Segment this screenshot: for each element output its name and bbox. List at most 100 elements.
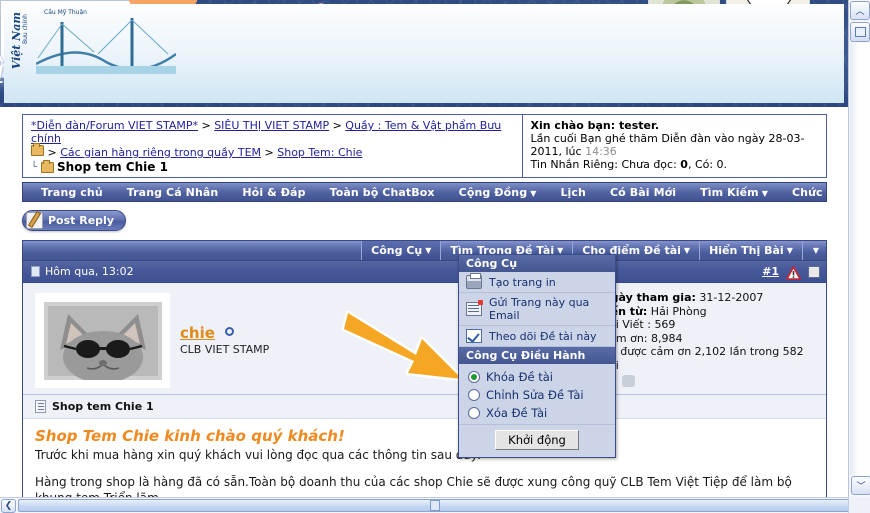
- tool-button-more[interactable]: ▼: [801, 241, 826, 260]
- post-subject-row: Shop tem Chie 1: [23, 394, 826, 418]
- folder-icon: [31, 143, 44, 156]
- post-reply-button[interactable]: Post Reply: [22, 210, 126, 231]
- main-navigation: Trang chủ Trang Cá Nhân Hỏi & Đáp Toàn b…: [22, 182, 868, 202]
- stat-row-join-date: Ngày tham gia: 31-12-2007: [601, 291, 818, 305]
- menu-item-label-0: Tạo trang in: [489, 275, 556, 289]
- post-content-line-1: Trước khi mua hàng xin quý khách vui lòn…: [35, 448, 482, 462]
- breadcrumb-sep-2: >: [47, 146, 57, 159]
- pm-total: , Có: 0.: [687, 158, 728, 171]
- thread-toolbar: Công Cụ ▼ Tìm Trong Đề Tài ▼ Cho điểm Đề…: [23, 241, 826, 261]
- breadcrumb-sep-0: >: [201, 119, 211, 132]
- nav-item-chatbox[interactable]: Toàn bộ ChatBox: [318, 186, 447, 199]
- nav-label-2: Hỏi & Đáp: [242, 185, 306, 199]
- browser-viewport: VIETSTAMP VIETSTAMP Vietstamp.net ® ình …: [0, 0, 870, 513]
- vertical-scroll-track[interactable]: [850, 43, 870, 475]
- stat-row-posts: Bài Viết : 569: [601, 318, 818, 332]
- nav-label-7: Tìm Kiếm: [700, 185, 759, 199]
- post-document-icon: [31, 266, 40, 277]
- post-number[interactable]: #1: [762, 265, 779, 278]
- tool-label-0: Công Cụ: [371, 244, 423, 257]
- breadcrumb: *Diễn đàn/Forum VIET STAMP* > SIÊU THỊ V…: [23, 115, 522, 177]
- chevron-down-icon: ▼: [812, 246, 819, 255]
- pm-unread-count: 0: [680, 158, 688, 171]
- cat-avatar-image: [43, 301, 162, 380]
- breadcrumb-item-4[interactable]: Shop Tem: Chie: [277, 146, 362, 159]
- breadcrumb-line-2: > Các gian hàng riêng trong quầy TEM > S…: [31, 143, 516, 159]
- radio-option-chinh-sua-de-tai[interactable]: Chỉnh Sửa Đề Tài: [459, 386, 615, 404]
- nav-label-0: Trang chủ: [41, 185, 103, 199]
- stat-value-1: Hải Phòng: [650, 304, 707, 318]
- radio-button-icon[interactable]: [468, 407, 480, 419]
- stamp-image-bridge: Việt Nam Bưu chính Cầu Mỹ Thuận: [0, 0, 844, 103]
- menu-item-theo-doi[interactable]: Theo dõi Đề tài này: [459, 326, 615, 347]
- scroll-left-button[interactable]: ❮: [1, 498, 16, 513]
- menu-footer: Khởi động: [459, 424, 615, 457]
- breadcrumb-sep-3: >: [264, 146, 274, 159]
- chevron-down-icon: ▼: [786, 246, 793, 255]
- welcome-username[interactable]: tester: [619, 119, 655, 132]
- nav-item-cong-dong[interactable]: Cộng Đồng ▼: [447, 186, 549, 199]
- checkbox-icon: [466, 329, 482, 343]
- nav-label-1: Trang Cá Nhân: [126, 185, 219, 199]
- last-visit-text: Lần cuối Bạn ghé thăm Diễn đàn vào ngày …: [530, 132, 805, 158]
- breadcrumb-item-1[interactable]: SIÊU THỊ VIET STAMP: [214, 119, 329, 132]
- breadcrumb-item-0[interactable]: *Diễn đàn/Forum VIET STAMP*: [31, 119, 198, 132]
- chevron-down-icon: ▼: [425, 246, 432, 255]
- scroll-up-button[interactable]: ︿: [850, 1, 870, 20]
- bridge-illustration: [36, 18, 176, 74]
- radio-label-0: Khóa Đề tài: [486, 370, 553, 384]
- horizontal-scroll-thumb[interactable]: [18, 499, 852, 512]
- welcome-suffix: .: [654, 119, 659, 132]
- nav-item-lich[interactable]: Lịch: [548, 186, 598, 199]
- post-select-checkbox[interactable]: [808, 265, 820, 278]
- chevron-down-icon: ▼: [530, 188, 537, 198]
- nav-item-tim-kiem[interactable]: Tìm Kiếm ▼: [688, 186, 780, 199]
- submit-button[interactable]: Khởi động: [495, 430, 579, 450]
- post-author-stats: Ngày tham gia: 31-12-2007 Đến từ: Hải Ph…: [591, 283, 826, 394]
- bridge-stamp-inner: Việt Nam Bưu chính Cầu Mỹ Thuận: [4, 4, 844, 103]
- online-status-icon: [224, 327, 234, 336]
- breadcrumb-item-3[interactable]: Các gian hàng riêng trong quầy TEM: [60, 146, 261, 159]
- menu-item-tao-trang-in[interactable]: Tạo trang in: [459, 272, 615, 293]
- stat-value-2: 569: [654, 318, 676, 331]
- scroll-down-button[interactable]: ﹀: [851, 476, 870, 495]
- vertical-scrollbar[interactable]: ︿ ﹀: [848, 0, 870, 497]
- radio-button-selected-icon[interactable]: [468, 371, 480, 383]
- menu-item-label-2: Theo dõi Đề tài này: [489, 329, 597, 343]
- chevron-down-icon: ▼: [683, 246, 691, 255]
- page-body: *Diễn đàn/Forum VIET STAMP* > SIÊU THỊ V…: [0, 107, 868, 513]
- private-message-link[interactable]: Tin Nhắn Riêng: [531, 158, 615, 171]
- tool-button-cong-cu[interactable]: Công Cụ ▼: [361, 241, 441, 260]
- content-container: *Diễn đàn/Forum VIET STAMP* > SIÊU THỊ V…: [22, 114, 868, 513]
- report-warning-icon[interactable]: [785, 264, 802, 280]
- welcome-panel: Xin chào bạn: tester. Lần cuối Bạn ghé t…: [521, 115, 826, 177]
- nav-label-4: Cộng Đồng: [458, 185, 528, 199]
- chevron-down-icon: ▼: [761, 188, 768, 198]
- radio-button-icon[interactable]: [468, 389, 480, 401]
- breadcrumb-sep-1: >: [332, 119, 342, 132]
- radio-option-xoa-de-tai[interactable]: Xóa Đề Tài: [459, 404, 615, 422]
- radio-label-1: Chỉnh Sửa Đề Tài: [486, 388, 584, 402]
- nav-item-hoi-dap[interactable]: Hỏi & Đáp: [230, 186, 317, 199]
- thread-container: Công Cụ ▼ Tìm Trong Đề Tài ▼ Cho điểm Đề…: [22, 240, 827, 513]
- msn-messenger-icon[interactable]: [621, 375, 635, 387]
- menu-radio-group: Khóa Đề tài Chỉnh Sửa Đề Tài Xóa Đề Tài: [459, 364, 615, 424]
- menu-item-label-1: Gửi Trang này qua Email: [489, 296, 590, 322]
- nav-item-trang-chu[interactable]: Trang chủ: [29, 186, 115, 199]
- stat-row-location: Đến từ: Hải Phòng: [601, 305, 818, 319]
- page-title-text: Shop tem Chie 1: [57, 160, 168, 174]
- menu-item-gui-email[interactable]: Gửi Trang này qua Email: [459, 293, 615, 326]
- tool-label-3: Hiển Thị Bài: [709, 244, 784, 257]
- horizontal-scrollbar[interactable]: ❮ ❯: [0, 497, 870, 513]
- radio-option-khoa-de-tai[interactable]: Khóa Đề tài: [459, 368, 615, 386]
- vertical-scroll-thumb[interactable]: [850, 22, 870, 42]
- tool-button-hien-thi-bai[interactable]: Hiển Thị Bài ▼: [699, 241, 802, 260]
- author-username[interactable]: chie: [180, 324, 215, 342]
- nav-item-trang-ca-nhan[interactable]: Trang Cá Nhân: [115, 186, 231, 199]
- nav-label-5: Lịch: [560, 185, 586, 199]
- breadcrumb-line-1: *Diễn đàn/Forum VIET STAMP* > SIÊU THỊ V…: [31, 119, 516, 145]
- radio-label-2: Xóa Đề Tài: [486, 406, 548, 420]
- stat-value-3: 8,984: [651, 331, 683, 345]
- nav-item-co-bai-moi[interactable]: Có Bài Mới: [598, 186, 688, 199]
- author-title: CLB VIET STAMP: [180, 343, 270, 356]
